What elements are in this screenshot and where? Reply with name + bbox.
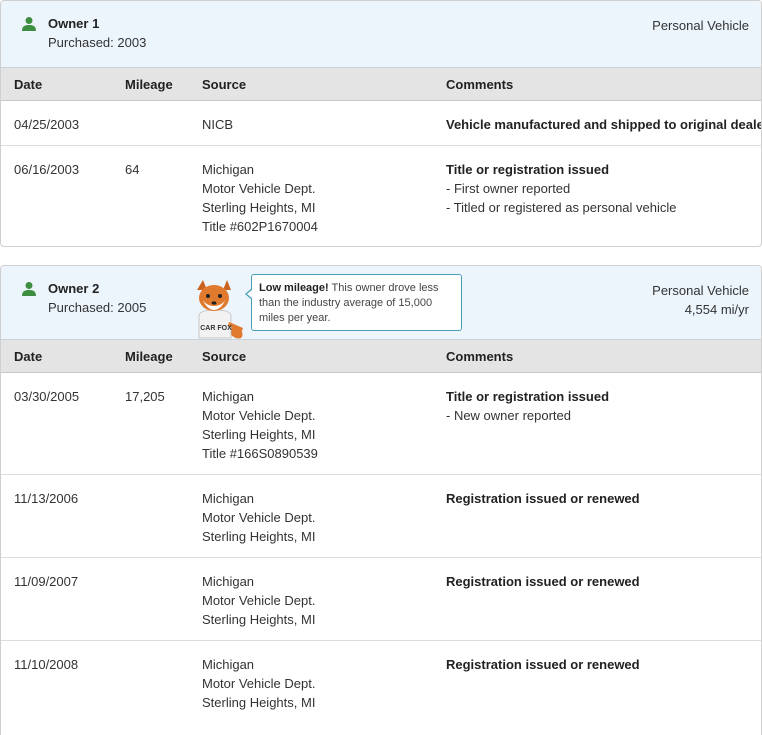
comment-title: Registration issued or renewed xyxy=(446,491,640,506)
source-line: Michigan xyxy=(202,657,255,672)
comment-item: - Titled or registered as personal vehic… xyxy=(446,200,677,215)
owner-usage: Personal Vehicle xyxy=(652,16,749,35)
record-source: Michigan Motor Vehicle Dept. Sterling He… xyxy=(202,572,315,629)
record-source: Michigan Motor Vehicle Dept. Sterling He… xyxy=(202,655,315,712)
owner-name: Owner 1 xyxy=(48,16,100,31)
source-line: Motor Vehicle Dept. xyxy=(202,593,316,608)
source-line: Sterling Heights, MI xyxy=(202,529,316,544)
comment-title: Title or registration issued xyxy=(446,162,610,177)
owner-purchased-year: Purchased: 2005 xyxy=(48,300,147,315)
record-date: 11/09/2007 xyxy=(14,574,79,589)
record-date: 03/30/2005 xyxy=(14,389,80,404)
record-comments: Registration issued or renewed xyxy=(446,655,640,674)
owner-purchased-year: Purchased: 2003 xyxy=(48,35,147,50)
column-header-date: Date xyxy=(14,349,43,364)
column-header-comments: Comments xyxy=(446,77,514,92)
source-line: Michigan xyxy=(202,491,255,506)
record-mileage: 17,205 xyxy=(125,389,165,404)
person-icon xyxy=(22,282,36,296)
column-header-comments: Comments xyxy=(446,349,514,364)
comment-item: - New owner reported xyxy=(446,408,571,423)
person-icon xyxy=(22,17,36,31)
source-line: Sterling Heights, MI xyxy=(202,200,316,215)
source-line: Title #602P1670004 xyxy=(202,219,318,234)
owner-card-2: Owner 2 Purchased: 2005 CAR FOX Low mile… xyxy=(0,265,762,735)
table-header: Date Mileage Source Comments xyxy=(1,68,761,101)
comment-title: Vehicle manufactured and shipped to orig… xyxy=(446,117,762,132)
comment-item: - First owner reported xyxy=(446,181,571,196)
record-source: Michigan Motor Vehicle Dept. Sterling He… xyxy=(202,160,318,236)
source-line: NICB xyxy=(202,117,234,132)
source-line: Title #166S0890539 xyxy=(202,446,318,461)
source-line: Michigan xyxy=(202,389,255,404)
owner-header: Owner 1 Purchased: 2003 Personal Vehicle xyxy=(1,1,761,68)
record-date: 11/10/2008 xyxy=(14,657,79,672)
comment-title: Registration issued or renewed xyxy=(446,574,640,589)
column-header-source: Source xyxy=(202,77,247,92)
low-mileage-tip: Low mileage! This owner drove less than … xyxy=(251,274,462,331)
history-row: 11/10/2008 Michigan Motor Vehicle Dept. … xyxy=(1,641,761,731)
owner-usage: Personal Vehicle 4,554 mi/yr xyxy=(652,281,749,319)
record-source: Michigan Motor Vehicle Dept. Sterling He… xyxy=(202,387,318,463)
history-row: 03/30/2005 17,205 Michigan Motor Vehicle… xyxy=(1,373,761,475)
record-source: Michigan Motor Vehicle Dept. Sterling He… xyxy=(202,489,315,546)
record-comments: Title or registration issued - First own… xyxy=(446,160,677,217)
source-line: Michigan xyxy=(202,574,255,589)
record-date: 06/16/2003 xyxy=(14,162,80,177)
record-date: 11/13/2006 xyxy=(14,491,79,506)
tip-pointer-inner xyxy=(247,289,253,299)
source-line: Sterling Heights, MI xyxy=(202,695,316,710)
history-row: 11/13/2006 Michigan Motor Vehicle Dept. … xyxy=(1,475,761,558)
source-line: Michigan xyxy=(202,162,255,177)
table-header: Date Mileage Source Comments xyxy=(1,340,761,373)
mascot-badge: CAR FOX xyxy=(200,325,232,332)
mascot-badge-text: CAR FOX xyxy=(200,325,232,332)
source-line: Motor Vehicle Dept. xyxy=(202,181,316,196)
column-header-date: Date xyxy=(14,77,43,92)
history-row: 04/25/2003 NICB Vehicle manufactured and… xyxy=(1,101,761,146)
record-comments: Title or registration issued - New owner… xyxy=(446,387,609,425)
record-mileage: 64 xyxy=(125,162,140,177)
source-line: Motor Vehicle Dept. xyxy=(202,408,316,423)
column-header-mileage: Mileage xyxy=(125,349,173,364)
owner-name: Owner 2 xyxy=(48,281,100,296)
tip-bold: Low mileage! xyxy=(259,282,329,294)
mileage-rate: 4,554 mi/yr xyxy=(684,302,749,317)
record-comments: Registration issued or renewed xyxy=(446,489,640,508)
record-source: NICB xyxy=(202,115,233,134)
record-date: 04/25/2003 xyxy=(14,117,80,132)
vehicle-type: Personal Vehicle xyxy=(652,18,749,33)
source-line: Motor Vehicle Dept. xyxy=(202,510,316,525)
owner-card-1: Owner 1 Purchased: 2003 Personal Vehicle… xyxy=(0,0,762,247)
owner-header: Owner 2 Purchased: 2005 CAR FOX Low mile… xyxy=(1,266,761,340)
vehicle-type: Personal Vehicle xyxy=(652,283,749,298)
comment-title: Registration issued or renewed xyxy=(446,657,640,672)
source-line: Sterling Heights, MI xyxy=(202,612,316,627)
record-comments: Registration issued or renewed xyxy=(446,572,640,591)
column-header-source: Source xyxy=(202,349,247,364)
comment-title: Title or registration issued xyxy=(446,389,610,404)
history-row: 11/09/2007 Michigan Motor Vehicle Dept. … xyxy=(1,558,761,641)
record-comments: Vehicle manufactured and shipped to orig… xyxy=(446,115,762,134)
source-line: Sterling Heights, MI xyxy=(202,427,316,442)
source-line: Motor Vehicle Dept. xyxy=(202,676,316,691)
history-row: 06/16/2003 64 Michigan Motor Vehicle Dep… xyxy=(1,146,761,246)
column-header-mileage: Mileage xyxy=(125,77,173,92)
